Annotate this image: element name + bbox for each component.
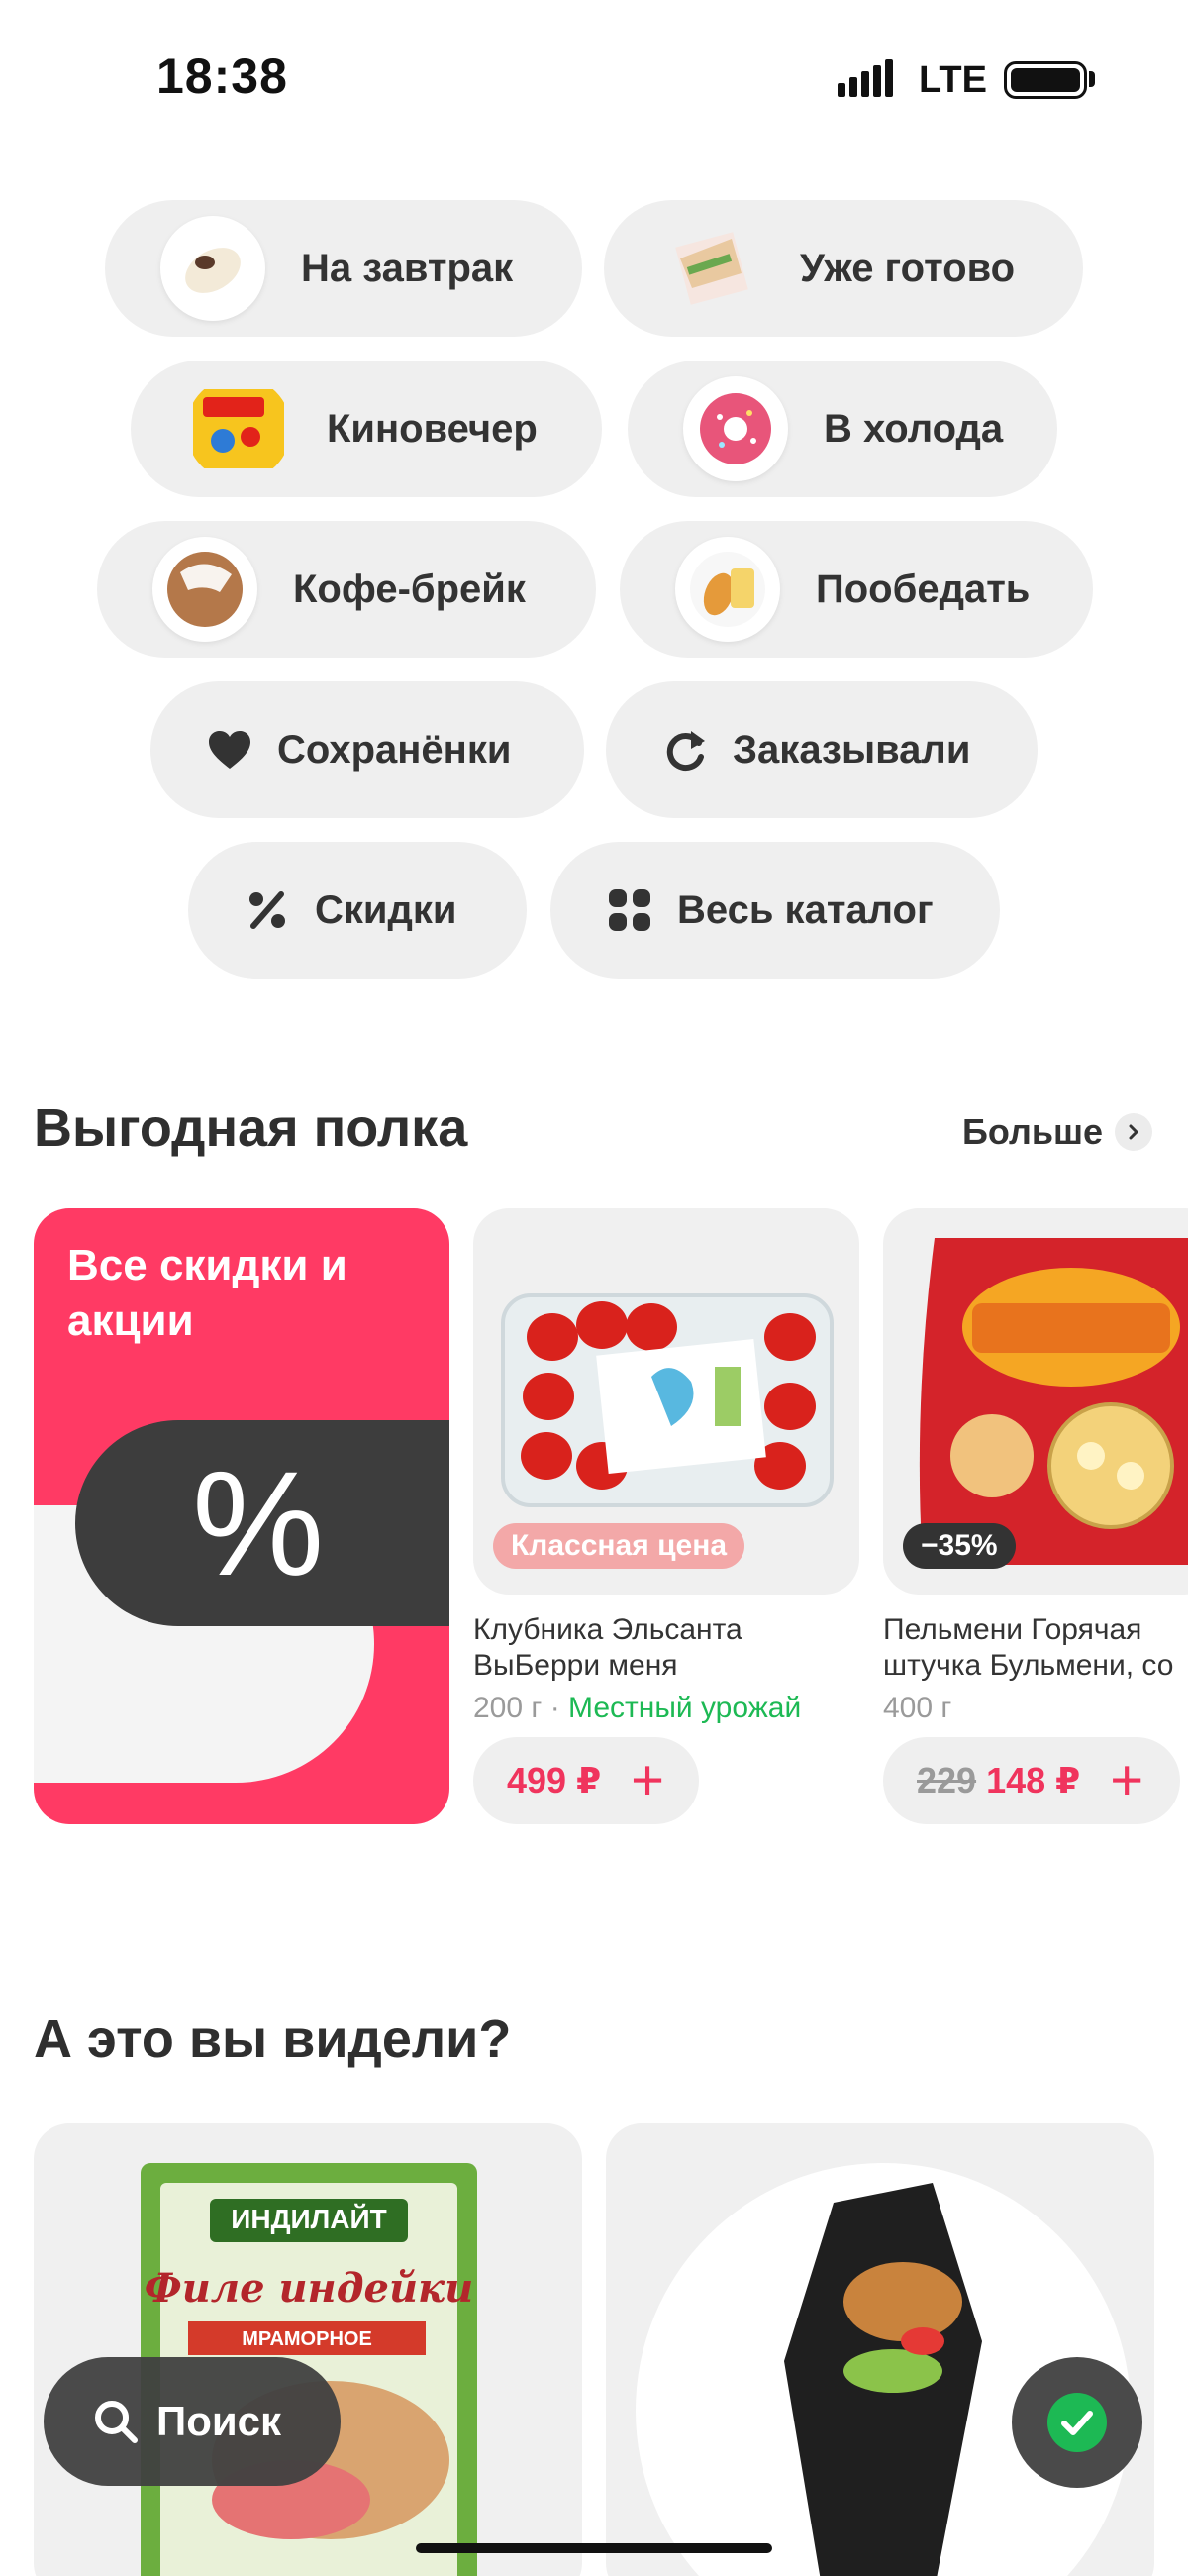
deals-section-title: Выгодная полка xyxy=(34,1098,468,1158)
product-name-line1: Клубника Эльсанта xyxy=(473,1613,742,1646)
status-bar: 18:38 LTE xyxy=(0,0,1188,158)
search-label: Поиск xyxy=(156,2398,282,2444)
product-card-wrap[interactable] xyxy=(606,2123,1154,2576)
signal-icon xyxy=(838,59,893,97)
category-label: Весь каталог xyxy=(677,887,934,932)
more-button[interactable]: Больше xyxy=(962,1111,1152,1153)
promo-decor-dark: % xyxy=(75,1420,449,1626)
add-to-cart-button[interactable]: 499 ₽ + xyxy=(473,1737,699,1824)
product-weight: 200 г xyxy=(473,1692,543,1724)
category-saved[interactable]: Сохранёнки xyxy=(150,681,584,818)
delivery-status-button[interactable] xyxy=(1012,2357,1142,2488)
product-price: 148 ₽ xyxy=(986,1760,1081,1801)
category-label: Сохранёнки xyxy=(277,727,512,772)
product-badge: Классная цена xyxy=(493,1523,744,1569)
add-to-cart-button[interactable]: 229 148 ₽ + xyxy=(883,1737,1180,1824)
product-name-line2: ВыБерри меня xyxy=(473,1649,678,1682)
product-weight: 400 г xyxy=(883,1692,952,1724)
category-lunch[interactable]: Пообедать xyxy=(620,521,1093,658)
svg-text:МРАМОРНОЕ: МРАМОРНОЕ xyxy=(242,2328,372,2350)
category-label: Заказывали xyxy=(733,727,971,772)
promo-card-all-discounts[interactable]: Все скидки и акции % xyxy=(34,1208,449,1824)
heart-icon xyxy=(204,724,255,775)
category-label: Уже готово xyxy=(800,246,1016,290)
battery-tip xyxy=(1089,71,1095,87)
product-name-line1: Пельмени Горячая xyxy=(883,1613,1142,1646)
seen-section-title: А это вы видели? xyxy=(34,2009,512,2069)
category-label: Кофе-брейк xyxy=(293,567,526,611)
percent-symbol: % xyxy=(192,1439,325,1606)
product-meta: 400 г xyxy=(883,1692,951,1725)
pastry-thumb xyxy=(152,537,257,642)
product-image-strawberry[interactable]: Классная цена xyxy=(473,1208,859,1595)
product-price: 499 ₽ xyxy=(507,1760,602,1801)
product-name-line2: штучка Бульмени, со xyxy=(883,1649,1174,1682)
candy-pack-thumb xyxy=(186,376,291,481)
category-label: На завтрак xyxy=(301,246,514,290)
refresh-icon xyxy=(659,724,711,775)
battery-icon xyxy=(1004,61,1087,99)
search-icon xyxy=(95,2401,138,2443)
search-button[interactable]: Поиск xyxy=(44,2357,341,2486)
category-discounts[interactable]: Скидки xyxy=(188,842,527,979)
category-ordered[interactable]: Заказывали xyxy=(606,681,1038,818)
meta-separator: · xyxy=(549,1692,560,1724)
grid-icon xyxy=(604,884,655,936)
svg-text:Филе индейки: Филе индейки xyxy=(145,2265,473,2312)
category-label: Пообедать xyxy=(816,567,1031,611)
product-name[interactable]: Клубника Эльсанта ВыБерри меня xyxy=(473,1612,742,1684)
product-image-dumplings[interactable]: −35% xyxy=(883,1208,1188,1595)
sandwich-box-thumb xyxy=(659,216,764,321)
lunch-plate-thumb xyxy=(675,537,780,642)
donut-thumb xyxy=(683,376,788,481)
status-time: 18:38 xyxy=(156,49,288,104)
category-breakfast[interactable]: На завтрак xyxy=(105,200,582,337)
plus-icon: + xyxy=(1110,1748,1144,1812)
network-type: LTE xyxy=(919,59,987,101)
category-ready[interactable]: Уже готово xyxy=(604,200,1083,337)
home-indicator[interactable] xyxy=(416,2543,772,2553)
product-card-turkey[interactable]: ИНДИЛАЙТ Филе индейки МРАМОРНОЕ xyxy=(34,2123,582,2576)
promo-title: Все скидки и акции xyxy=(67,1241,347,1345)
category-movie-night[interactable]: Киновечер xyxy=(131,361,602,497)
category-label: В холода xyxy=(824,406,1004,451)
chevron-right-icon xyxy=(1115,1113,1152,1151)
more-label: Больше xyxy=(962,1111,1103,1152)
check-icon xyxy=(1047,2393,1107,2452)
black-wrap-image xyxy=(636,2163,1131,2576)
category-cold[interactable]: В холода xyxy=(628,361,1057,497)
old-price: 229 xyxy=(917,1760,977,1801)
category-catalog[interactable]: Весь каталог xyxy=(550,842,1000,979)
breakfast-wrap-thumb xyxy=(160,216,265,321)
product-meta: 200 г · Местный урожай xyxy=(473,1692,801,1725)
svg-text:ИНДИЛАЙТ: ИНДИЛАЙТ xyxy=(231,2203,387,2234)
category-label: Скидки xyxy=(315,887,457,932)
plus-icon: + xyxy=(631,1748,664,1812)
discount-badge: −35% xyxy=(903,1523,1016,1569)
percent-icon xyxy=(242,884,293,936)
turkey-fillet-image: ИНДИЛАЙТ Филе индейки МРАМОРНОЕ xyxy=(141,2163,477,2576)
product-origin: Местный урожай xyxy=(568,1692,802,1724)
category-label: Киновечер xyxy=(327,406,538,451)
product-name[interactable]: Пельмени Горячая штучка Бульмени, со xyxy=(883,1612,1173,1684)
category-coffee-break[interactable]: Кофе-брейк xyxy=(97,521,596,658)
